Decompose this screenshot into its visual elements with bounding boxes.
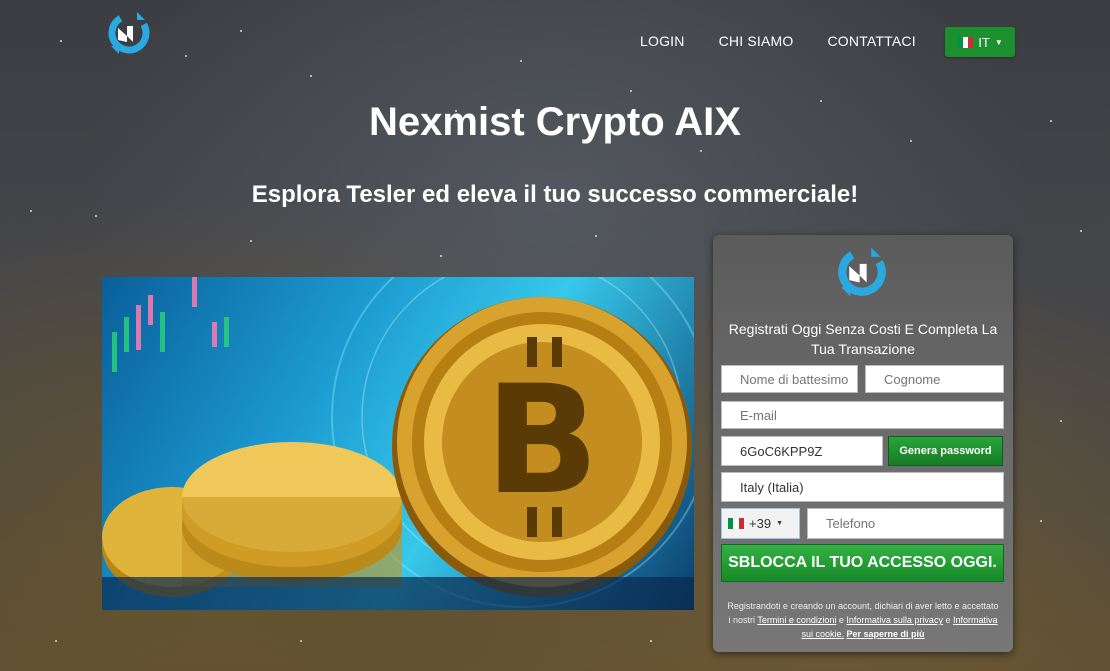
legal-disclaimer: Registrandoti e creando un account, dich… [727, 599, 999, 641]
disclaimer-and: e [838, 615, 844, 625]
submit-button[interactable]: SBLOCCA IL TUO ACCESSO OGGI. [721, 544, 1004, 582]
nav-login-link[interactable]: LOGIN [640, 33, 685, 49]
registration-form: Registrati Oggi Senza Costi E Completa L… [713, 235, 1013, 652]
password-field[interactable] [721, 436, 883, 466]
language-label: IT [978, 34, 990, 50]
italy-flag-icon [728, 518, 744, 529]
phone-field[interactable] [807, 508, 1004, 539]
page-subtitle: Esplora Tesler ed eleva il tuo successo … [251, 181, 859, 208]
first-name-field[interactable] [721, 365, 858, 393]
country-field[interactable] [721, 472, 1004, 502]
generate-password-button[interactable]: Genera password [888, 436, 1003, 466]
form-brand-logo [834, 243, 890, 301]
learn-more-label: Per saperne di più [846, 629, 925, 639]
page-title: Nexmist Crypto AIX [369, 100, 741, 144]
language-selector[interactable]: IT ▼ [945, 27, 1015, 57]
form-heading: Registrati Oggi Senza Costi E Completa L… [728, 321, 998, 357]
phone-prefix-selector[interactable]: +39 ▼ [721, 508, 800, 539]
chevron-down-icon: ▼ [776, 520, 783, 527]
bitcoin-hero-image: B [102, 277, 694, 610]
svg-text:B: B [485, 354, 599, 528]
phone-prefix-label: +39 [749, 516, 772, 531]
chevron-down-icon: ▼ [994, 37, 1003, 47]
email-field[interactable] [721, 401, 1004, 429]
terms-link[interactable]: Termini e condizioni [757, 615, 836, 625]
nav-contact-link[interactable]: CONTATTACI [828, 33, 916, 49]
privacy-link[interactable]: Informativa sulla privacy [846, 615, 943, 625]
nav-about-link[interactable]: CHI SIAMO [719, 33, 794, 49]
last-name-field[interactable] [865, 365, 1004, 393]
brand-logo[interactable] [105, 8, 153, 58]
disclaimer-and-2: e [945, 615, 951, 625]
learn-more-link[interactable]: Per saperne di più [847, 629, 925, 639]
top-nav: LOGIN CHI SIAMO CONTATTACI [640, 33, 950, 49]
italy-flag-icon [957, 36, 974, 48]
